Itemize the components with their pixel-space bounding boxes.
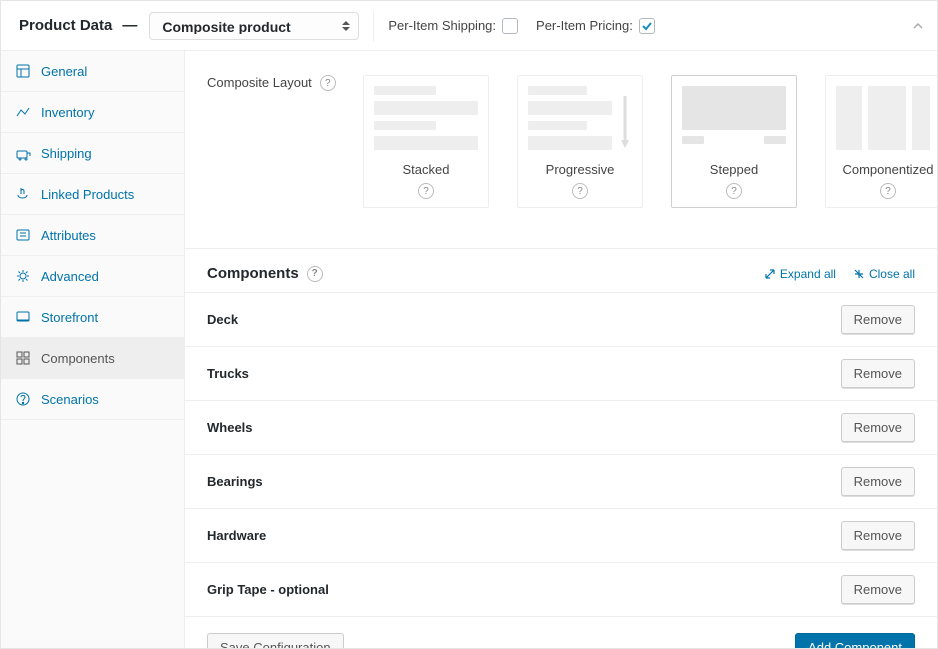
layout-option-label: Stacked (403, 162, 450, 177)
layout-option-stacked[interactable]: Stacked? (363, 75, 489, 208)
expand-all-label: Expand all (780, 267, 836, 281)
per-item-pricing-checkbox[interactable] (639, 18, 655, 34)
product-type-select-wrap: Composite product (149, 12, 359, 40)
remove-component-button[interactable]: Remove (841, 521, 915, 550)
component-row[interactable]: Bearings Remove (185, 454, 937, 508)
help-icon[interactable]: ? (307, 266, 323, 282)
composite-layout-label-wrap: Composite Layout ? (207, 73, 363, 208)
panel-title: Product Data (19, 17, 112, 34)
attributes-icon (15, 227, 31, 243)
component-row[interactable]: Deck Remove (185, 292, 937, 346)
remove-component-button[interactable]: Remove (841, 413, 915, 442)
arrow-down-icon (620, 94, 630, 150)
component-name: Hardware (207, 528, 266, 543)
sidebar-item-label: Attributes (41, 228, 96, 243)
sidebar-item-label: Linked Products (41, 187, 134, 202)
sidebar-item-label: Components (41, 351, 115, 366)
layout-option-stepped[interactable]: Stepped? (671, 75, 797, 208)
tab-content: Composite Layout ? Stacked?Progressive?S… (185, 51, 937, 648)
sidebar-item-components[interactable]: Components (1, 338, 185, 379)
help-icon[interactable]: ? (418, 183, 434, 199)
storefront-icon (15, 309, 31, 325)
components-title: Components (207, 265, 299, 282)
expand-all-link[interactable]: Expand all (765, 267, 836, 281)
per-item-shipping-label: Per-Item Shipping: (388, 18, 496, 33)
sidebar-item-label: Shipping (41, 146, 92, 161)
header-separator (373, 11, 374, 41)
layout-option-label: Componentized (842, 162, 933, 177)
components-icon (15, 350, 31, 366)
sidebar-item-general[interactable]: General (1, 51, 184, 92)
component-name: Grip Tape - optional (207, 582, 329, 597)
components-header: Components ? Expand all Close all (185, 248, 937, 292)
remove-component-button[interactable]: Remove (841, 359, 915, 388)
help-icon[interactable]: ? (572, 183, 588, 199)
inventory-icon (15, 104, 31, 120)
composite-layout-label: Composite Layout (207, 75, 312, 90)
sidebar-item-label: Inventory (41, 105, 94, 120)
sidebar-item-linked-products[interactable]: Linked Products (1, 174, 184, 215)
component-row[interactable]: Wheels Remove (185, 400, 937, 454)
components-title-wrap: Components ? (207, 265, 323, 282)
per-item-pricing-label: Per-Item Pricing: (536, 18, 633, 33)
layout-option-label: Stepped (710, 162, 758, 177)
component-name: Deck (207, 312, 238, 327)
linked-products-icon (15, 186, 31, 202)
shipping-icon (15, 145, 31, 161)
product-data-tabs: General Inventory Shipping Linked Products A… (1, 51, 185, 648)
components-list: DeckRemoveTrucksRemoveWheelsRemoveBearin… (185, 292, 937, 616)
collapse-icon (854, 269, 864, 279)
panel-header: Product Data — Composite product Per-Ite… (1, 1, 937, 51)
close-all-link[interactable]: Close all (854, 267, 915, 281)
component-row[interactable]: Grip Tape - optional Remove (185, 562, 937, 616)
sidebar-item-attributes[interactable]: Attributes (1, 215, 184, 256)
advanced-icon (15, 268, 31, 284)
layout-option-label: Progressive (546, 162, 615, 177)
sidebar-item-label: Storefront (41, 310, 98, 325)
component-name: Wheels (207, 420, 253, 435)
expand-icon (765, 269, 775, 279)
close-all-label: Close all (869, 267, 915, 281)
general-icon (15, 63, 31, 79)
sidebar-item-inventory[interactable]: Inventory (1, 92, 184, 133)
layout-option-componentized[interactable]: Componentized? (825, 75, 937, 208)
help-icon[interactable]: ? (320, 75, 336, 91)
remove-component-button[interactable]: Remove (841, 575, 915, 604)
sidebar-item-label: Scenarios (41, 392, 99, 407)
per-item-shipping-checkbox[interactable] (502, 18, 518, 34)
components-actions: Expand all Close all (765, 267, 915, 281)
sidebar-item-storefront[interactable]: Storefront (1, 297, 184, 338)
components-footer: Save Configuration Add Component (185, 616, 937, 648)
component-name: Trucks (207, 366, 249, 381)
sidebar-item-scenarios[interactable]: Scenarios (1, 379, 184, 420)
sidebar-item-label: General (41, 64, 87, 79)
title-dash: — (122, 17, 137, 34)
collapse-panel-icon[interactable] (913, 19, 923, 34)
remove-component-button[interactable]: Remove (841, 305, 915, 334)
product-type-select[interactable]: Composite product (149, 12, 359, 40)
product-data-panel: Product Data — Composite product Per-Ite… (0, 0, 938, 649)
sidebar-item-advanced[interactable]: Advanced (1, 256, 184, 297)
scenarios-icon (15, 391, 31, 407)
sidebar-item-label: Advanced (41, 269, 99, 284)
help-icon[interactable]: ? (726, 183, 742, 199)
component-row[interactable]: Hardware Remove (185, 508, 937, 562)
layout-option-progressive[interactable]: Progressive? (517, 75, 643, 208)
save-configuration-button[interactable]: Save Configuration (207, 633, 344, 648)
add-component-button[interactable]: Add Component (795, 633, 915, 648)
component-row[interactable]: Trucks Remove (185, 346, 937, 400)
component-name: Bearings (207, 474, 263, 489)
sidebar-item-shipping[interactable]: Shipping (1, 133, 184, 174)
composite-layout-section: Composite Layout ? Stacked?Progressive?S… (185, 51, 937, 218)
help-icon[interactable]: ? (880, 183, 896, 199)
remove-component-button[interactable]: Remove (841, 467, 915, 496)
